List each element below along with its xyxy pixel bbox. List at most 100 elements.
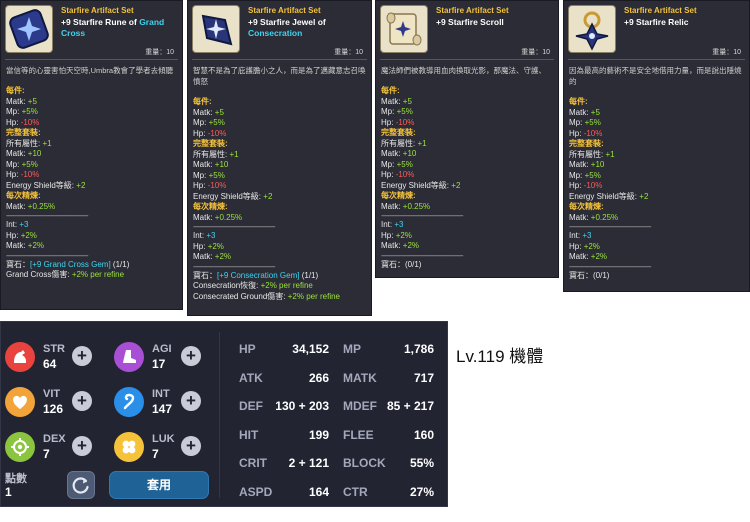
stat-key: Mp: [381, 159, 395, 169]
points-label: 點數 [5, 473, 27, 485]
stat-key: Hp: [6, 170, 19, 179]
stat-key: Hp: [381, 117, 394, 127]
stat-line: Hp: -10% [569, 181, 745, 192]
gem-count: (1/1) [110, 259, 130, 269]
add-vit-button[interactable]: + [72, 391, 92, 411]
derived-stat-name: FLEE [343, 427, 374, 442]
stat-key: Matk: [569, 107, 589, 117]
stat-key: Energy Shield等級: [193, 191, 262, 201]
stat-key: Hp: [6, 117, 19, 127]
item-details: 智慧不是為了庇護膽小之人，而是為了邁藏意志召喚憤怒 每件: Matk: +5 Mp: … [193, 65, 367, 302]
stat-key: Energy Shield等級: [6, 180, 75, 190]
stat-key: Mp: [569, 170, 583, 180]
derived-stat-name: CTR [343, 485, 368, 499]
stat-line: Hp: -10% [569, 129, 745, 140]
stat-line: Matk: +2% [569, 252, 745, 263]
apply-button[interactable]: 套用 [109, 471, 209, 499]
stat-line: Mp: +5% [6, 107, 178, 118]
stat-key: Matk: [569, 252, 589, 261]
derived-stat-name: MP [343, 342, 361, 356]
stat-value: +10 [402, 149, 417, 158]
stat-value: -10% [20, 170, 40, 179]
dashed-divider: ----------------------------------------… [381, 212, 464, 220]
stat-value: +10 [27, 149, 42, 158]
stat-value: +3 [394, 220, 404, 229]
item-details: 因為最高的藝術不是安全地借用力量，而是說出隱燒的 每件: Matk: +5 Mp: +… [569, 65, 745, 281]
header-divider [5, 59, 178, 60]
scroll-icon [380, 5, 428, 53]
stat-value: +5% [208, 118, 225, 127]
add-agi-button[interactable]: + [181, 346, 201, 366]
gem-slot: 寶石：(0/1) [569, 271, 745, 282]
full-set-label: 完整套裝: [569, 139, 604, 148]
stat-line: Matk: +10 [193, 160, 367, 171]
stat-key: Int: [381, 220, 393, 229]
gem-count: (0/1) [593, 270, 610, 280]
stat-key: Matk: [6, 149, 26, 158]
dashed-divider: ----------------------------------------… [569, 262, 652, 271]
stat-value: +2 [451, 180, 461, 190]
item-name-prefix: +9 Starfire Scroll [436, 17, 504, 27]
points-value: 1 [5, 485, 12, 499]
stat-value: +5% [208, 170, 225, 180]
stat-line: Mp: +5% [569, 118, 745, 129]
each-piece-label: 每件: [569, 97, 588, 106]
derived-stat-value: 1,786 [403, 342, 434, 356]
stat-key: Matk: [193, 212, 213, 222]
reset-button[interactable] [67, 471, 95, 499]
stat-name: INT [152, 388, 170, 400]
stat-line: Matk: +5 [6, 97, 178, 108]
stat-line: Hp: +2% [193, 242, 367, 253]
stat-key: Hp: [6, 230, 19, 240]
stat-line: Int: +3 [381, 220, 554, 231]
item-weight: 重量：10 [712, 49, 741, 56]
stat-value: -10% [20, 117, 40, 127]
gem-slot: 寶石：[+9 Grand Cross Gem] (1/1) [6, 260, 178, 271]
stat-value: +5 [590, 107, 600, 117]
each-piece-label: 每件: [6, 86, 25, 95]
item-card-scroll: Starfire Artifact Set +9 Starfire Scroll 重… [375, 0, 559, 278]
item-card-consecration: Starfire Artifact Set +9 Starfire Jewel o… [187, 0, 372, 316]
refine-label: 每次精煉: [193, 202, 228, 211]
stat-value: +10 [590, 160, 605, 169]
item-details: 魔法師們被教導用血肉換取光影，那魔法、守護、 每件: Matk: +5 Mp: +5%… [381, 65, 554, 270]
stat-key: Matk: [381, 241, 401, 250]
stat-line: Energy Shield等級: +2 [569, 192, 745, 203]
stat-line: Matk: +2% [193, 252, 367, 263]
stat-value: +1 [229, 149, 239, 159]
full-set-label: 完整套裝: [6, 128, 41, 137]
stat-value: +1 [417, 138, 427, 148]
stat-line: Matk: +0.25% [6, 202, 178, 213]
stat-key: Hp: [381, 230, 394, 240]
gem-link[interactable]: [+9 Grand Cross Gem] [30, 260, 111, 269]
stat-key: Matk: [381, 149, 401, 158]
full-set-label: 完整套裝: [381, 128, 416, 137]
stat-value: +2% [395, 230, 412, 240]
clover-icon [114, 432, 144, 462]
refine-label: 每次精煉: [569, 202, 604, 211]
heart-icon [5, 387, 35, 417]
stat-value: +2% [583, 241, 600, 251]
dashed-divider: ----------------------------------------… [6, 212, 89, 220]
stat-value: +5% [21, 107, 38, 116]
stat-value: 7 [43, 447, 50, 461]
add-int-button[interactable]: + [181, 391, 201, 411]
add-luk-button[interactable]: + [181, 436, 201, 456]
dashed-divider: ----------------------------------------… [6, 251, 89, 260]
gem-bonus-key: Consecrated Ground傷害: [193, 291, 286, 301]
derived-stat-value: 266 [308, 370, 329, 385]
stat-value: +2% [27, 241, 45, 250]
stat-value: +5% [396, 159, 413, 169]
stat-line: Mp: +5% [381, 107, 554, 118]
stat-key: Hp: [569, 128, 582, 138]
stat-key: 所有屬性: [569, 149, 604, 159]
each-piece-label: 每件: [193, 97, 212, 106]
stat-value: +2% [20, 230, 37, 240]
gem-slot: 寶石：[+9 Consecration Gem] (1/1) [193, 271, 367, 282]
derived-stat-value: 160 [413, 427, 434, 442]
add-str-button[interactable]: + [72, 346, 92, 366]
stat-value: +1 [42, 138, 52, 148]
gem-link[interactable]: [+9 Consecration Gem] [217, 271, 299, 280]
add-dex-button[interactable]: + [72, 436, 92, 456]
stat-key: Matk: [6, 201, 26, 211]
